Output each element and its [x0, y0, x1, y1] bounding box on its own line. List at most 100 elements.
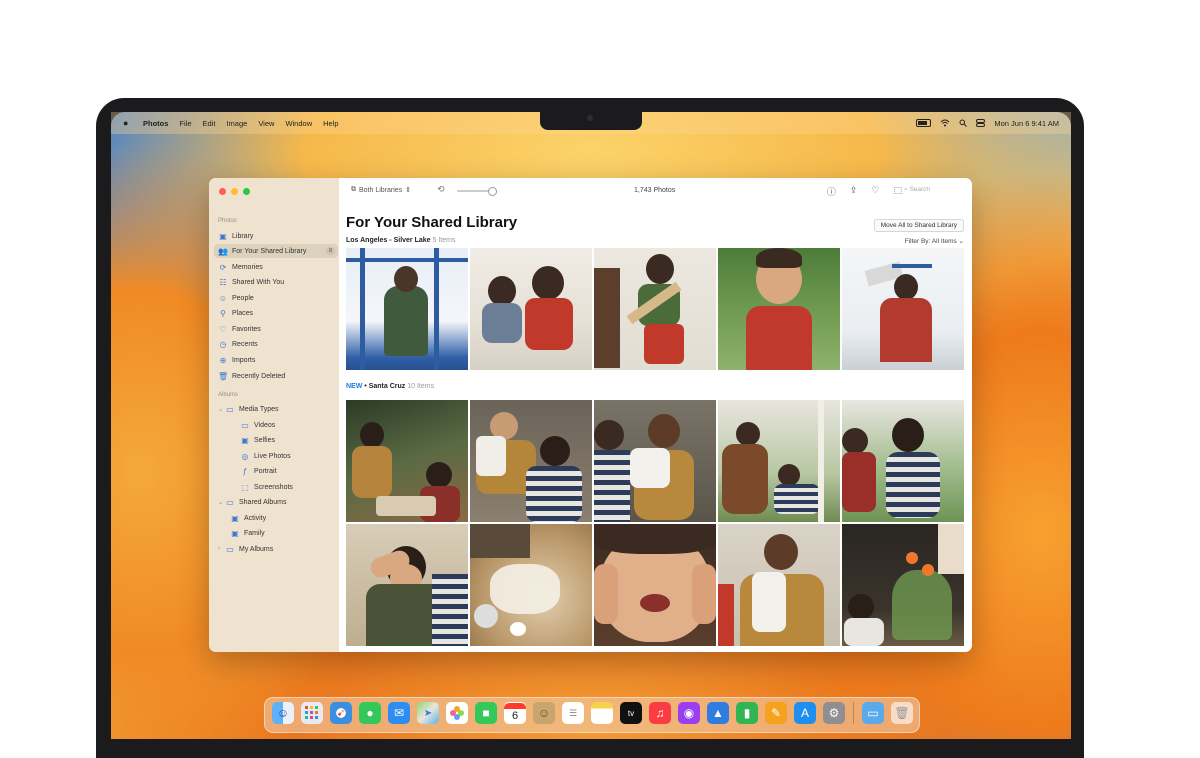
contacts-icon[interactable]: ☺	[533, 702, 555, 724]
sidebar-item-videos[interactable]: ▭ Videos	[240, 418, 275, 432]
menu-view[interactable]: View	[258, 119, 274, 128]
calendar-day: 6	[511, 710, 519, 722]
menu-window[interactable]: Window	[285, 119, 312, 128]
sidebar-item-places[interactable]: ⚲ Places	[218, 306, 253, 320]
keynote-icon[interactable]: ▲	[707, 702, 729, 724]
sidebar-item-live-photos[interactable]: ◎ Live Photos	[240, 449, 291, 463]
sidebar-item-memories[interactable]: ⟳ Memories	[218, 260, 263, 274]
photo-thumbnail[interactable]	[346, 248, 468, 370]
chevron-down-icon[interactable]: ⌄	[218, 406, 225, 413]
close-button[interactable]	[219, 188, 226, 195]
chevron-right-icon[interactable]: ›	[218, 546, 225, 552]
import-icon: ⊕	[219, 355, 227, 365]
sidebar-item-shared-with-you[interactable]: ☷ Shared With You	[218, 275, 284, 289]
rotate-icon[interactable]: ⟲	[437, 184, 445, 195]
safari-icon[interactable]: ➹	[330, 702, 352, 724]
photo-thumbnail[interactable]	[718, 524, 840, 646]
sidebar-item-people[interactable]: ☺ People	[218, 291, 254, 305]
photo-thumbnail[interactable]	[470, 400, 592, 522]
app-store-icon[interactable]: A	[794, 702, 816, 724]
launchpad-icon[interactable]	[301, 702, 323, 724]
activity-icon: ▣	[231, 513, 239, 523]
wifi-icon[interactable]	[940, 119, 950, 127]
search-field[interactable]: ⌕ Search	[904, 186, 962, 194]
sidebar-item-media-types[interactable]: ⌄ ▭ Media Types	[218, 402, 279, 416]
menu-app-name[interactable]: Photos	[143, 119, 168, 128]
photo-thumbnail[interactable]	[470, 524, 592, 646]
tv-icon[interactable]: tv	[620, 702, 642, 724]
photo-thumbnail[interactable]	[594, 524, 716, 646]
minimize-button[interactable]	[231, 188, 238, 195]
trash-icon[interactable]: 🗑	[891, 702, 913, 724]
music-icon[interactable]: ♫	[649, 702, 671, 724]
photo-thumbnail[interactable]	[718, 400, 840, 522]
photo-grid-section2	[346, 400, 964, 646]
menu-file[interactable]: File	[179, 119, 191, 128]
photo-thumbnail[interactable]	[842, 400, 964, 522]
battery-icon[interactable]	[916, 119, 932, 127]
menu-help[interactable]: Help	[323, 119, 338, 128]
share-icon[interactable]: ⇪	[850, 185, 858, 198]
facetime-icon[interactable]: ■	[475, 702, 497, 724]
sidebar-item-portrait[interactable]: ƒ Portrait	[240, 464, 277, 478]
menubar-clock[interactable]: Mon Jun 6 9:41 AM	[994, 119, 1059, 128]
photo-thumbnail[interactable]	[346, 524, 468, 646]
slider-knob[interactable]	[488, 187, 497, 196]
selfie-icon: ▣	[241, 435, 249, 445]
photo-thumbnail[interactable]	[346, 400, 468, 522]
podcasts-icon[interactable]: ◉	[678, 702, 700, 724]
downloads-folder-icon[interactable]: ▭	[862, 702, 884, 724]
sidebar-item-library[interactable]: ▣ Library	[218, 229, 253, 243]
photos-app-icon[interactable]	[446, 702, 468, 724]
zoom-button[interactable]	[243, 188, 250, 195]
filter-dropdown[interactable]: Filter By: All Items ⌄	[905, 237, 964, 245]
messages-icon[interactable]: ●	[359, 702, 381, 724]
calendar-icon[interactable]: 6	[504, 702, 526, 724]
control-center-icon[interactable]	[976, 119, 986, 127]
notes-icon[interactable]	[591, 702, 613, 724]
search-icon[interactable]	[959, 119, 968, 127]
folder-icon: ▭	[226, 544, 234, 554]
heart-icon: ♡	[219, 324, 227, 334]
zoom-slider[interactable]: ⟲	[437, 184, 507, 196]
library-selector[interactable]: ⧉ Both Libraries ⇕	[351, 186, 411, 194]
photo-thumbnail[interactable]	[842, 248, 964, 370]
settings-icon[interactable]: ⚙	[823, 702, 845, 724]
sidebar-item-my-albums[interactable]: › ▭ My Albums	[218, 542, 273, 556]
mail-icon[interactable]: ✉	[388, 702, 410, 724]
menu-edit[interactable]: Edit	[203, 119, 216, 128]
reminders-icon[interactable]: ☰	[562, 702, 584, 724]
maps-icon[interactable]: ➤	[417, 702, 439, 724]
live-photo-icon: ◎	[241, 451, 249, 461]
clock-icon: ◷	[219, 339, 227, 349]
numbers-icon[interactable]: ▮	[736, 702, 758, 724]
sidebar-item-screenshots[interactable]: ⬚ Screenshots	[240, 480, 293, 494]
photo-thumbnail[interactable]	[842, 524, 964, 646]
memories-icon: ⟳	[219, 262, 227, 272]
sidebar-item-imports[interactable]: ⊕ Imports	[218, 353, 256, 367]
photo-thumbnail[interactable]	[470, 248, 592, 370]
info-icon[interactable]: ⓘ	[827, 185, 836, 198]
photo-thumbnail[interactable]	[718, 248, 840, 370]
pages-icon[interactable]: ✎	[765, 702, 787, 724]
move-all-button[interactable]: Move All to Shared Library	[873, 219, 964, 232]
sidebar-item-label: Library	[232, 232, 254, 240]
sidebar-item-family[interactable]: ▣ Family	[230, 526, 264, 540]
chevron-down-icon[interactable]: ⌄	[218, 499, 225, 506]
photo-thumbnail[interactable]	[594, 248, 716, 370]
sidebar-item-activity[interactable]: ▣ Activity	[230, 511, 266, 525]
sidebar-item-shared-library[interactable]: 👥 For Your Shared Library 8	[214, 244, 338, 258]
sidebar-item-recently-deleted[interactable]: 🗑 Recently Deleted	[218, 369, 285, 383]
shared-library-move-icon[interactable]: ⬚	[893, 185, 902, 198]
finder-icon[interactable]: ☺	[272, 702, 294, 724]
sidebar-item-recents[interactable]: ◷ Recents	[218, 337, 258, 351]
apple-menu-icon[interactable]: ●	[123, 118, 131, 128]
heart-icon[interactable]: ♡	[871, 185, 879, 198]
sidebar-item-shared-albums[interactable]: ⌄ ▭ Shared Albums	[218, 495, 286, 509]
photo-thumbnail[interactable]	[594, 400, 716, 522]
menu-image[interactable]: Image	[226, 119, 247, 128]
sidebar-item-selfies[interactable]: ▣ Selfies	[240, 433, 275, 447]
sidebar-item-favorites[interactable]: ♡ Favorites	[218, 322, 260, 336]
trash-icon: 🗑	[218, 371, 229, 381]
person-icon: ☺	[218, 293, 228, 303]
